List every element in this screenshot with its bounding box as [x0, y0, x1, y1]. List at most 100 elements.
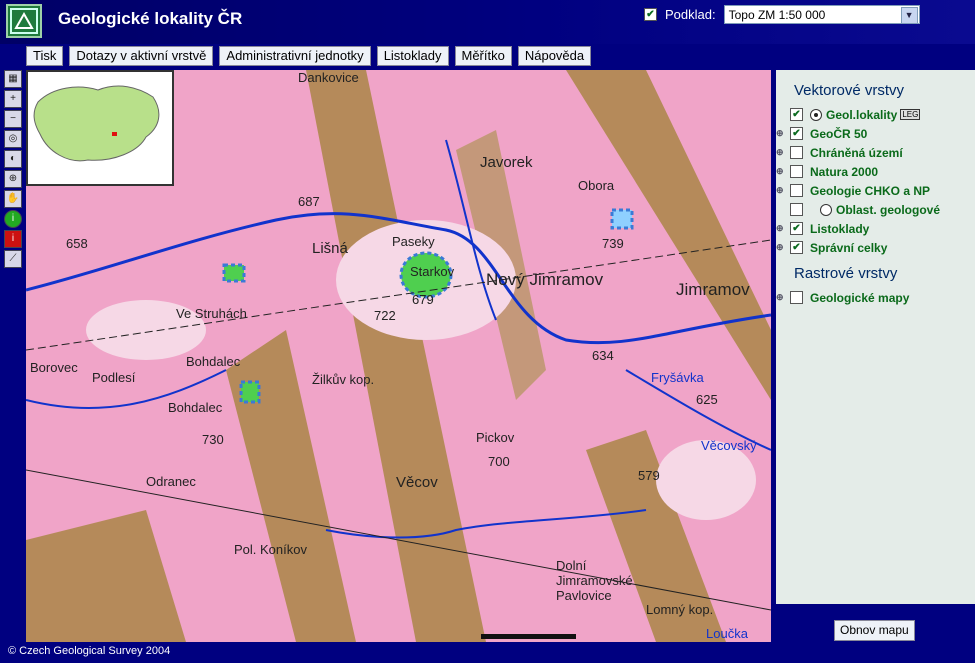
app-logo [6, 4, 42, 38]
layer-checkbox[interactable] [790, 203, 803, 216]
app-title: Geologické lokality ČR [58, 9, 243, 28]
layer-geologicke-mapy[interactable]: ⊕ Geologické mapy [776, 288, 975, 307]
layer-checkbox[interactable]: ✔ [790, 222, 803, 235]
expand-icon[interactable]: ⊕ [776, 128, 790, 139]
podklad-checkbox[interactable]: ✔ [644, 8, 657, 21]
expand-icon[interactable]: ⊕ [776, 166, 790, 177]
map-label: Bohdalec [186, 354, 241, 369]
map-label: 687 [298, 194, 320, 209]
legend-icon[interactable]: ▦ [4, 70, 22, 88]
menu-listoklady[interactable]: Listoklady [376, 46, 449, 66]
layer-checkbox[interactable]: ✔ [790, 241, 803, 254]
expand-icon[interactable]: ⊕ [776, 223, 790, 234]
layer-active-radio[interactable] [810, 108, 822, 121]
layer-label: Listoklady [810, 221, 870, 236]
map-label: Fryšávka [651, 370, 704, 385]
layer-label: Geol.lokality [826, 107, 898, 122]
podklad-select[interactable]: Topo ZM 1:50 000 ▼ [723, 5, 920, 24]
layer-spravni-celky[interactable]: ⊕ ✔ Správní celky [776, 238, 975, 257]
map-label: Pol. Koníkov [234, 542, 307, 557]
refresh-map-button[interactable]: Obnov mapu [834, 620, 915, 641]
map-label: 722 [374, 308, 396, 323]
map-label: Obora [578, 178, 615, 193]
layer-label: GeoČR 50 [810, 126, 868, 141]
info-red-icon[interactable]: i [4, 230, 22, 248]
layer-label: Oblast. geologové [836, 202, 941, 217]
map-view[interactable]: Dankovice Javorek Obora Lišná Paseky Sta… [26, 70, 771, 642]
map-label: Dolní Jimramovské Pavlovice [556, 558, 633, 603]
layer-checkbox[interactable]: ✔ [790, 108, 803, 121]
map-label: 634 [592, 348, 614, 363]
map-label: Pickov [476, 430, 515, 445]
menu-napoveda[interactable]: Nápověda [517, 46, 592, 66]
map-label: Odranec [146, 474, 196, 489]
zoom-previous-icon[interactable]: ◐ [4, 150, 22, 168]
chevron-down-icon[interactable]: ▼ [900, 7, 918, 24]
layer-checkbox[interactable] [790, 291, 803, 304]
map-label: Jimramov [676, 280, 750, 299]
map-label: Lišná [312, 240, 348, 257]
map-label: 625 [696, 392, 718, 407]
map-label: Ve Struhách [176, 306, 247, 321]
map-label: Javorek [480, 154, 533, 171]
layer-geocr50[interactable]: ⊕ ✔ GeoČR 50 [776, 124, 975, 143]
layer-label: Chráněná území [810, 145, 903, 160]
layer-label: Natura 2000 [810, 164, 879, 179]
zoom-extent-icon[interactable]: ◎ [4, 130, 22, 148]
map-label: Žilkův kop. [312, 372, 375, 387]
map-label: Starkov [410, 264, 455, 279]
map-toolbar: ▦ + − ◎ ◐ ⊕ ✋ i i ⟋ [4, 70, 22, 268]
menu-administrativni-jednotky[interactable]: Administrativní jednotky [219, 46, 371, 66]
map-label: Věcovský [701, 438, 757, 453]
map-label: Podlesí [92, 370, 136, 385]
map-label: Nový Jimramov [486, 270, 604, 289]
map-label: Paseky [392, 234, 435, 249]
map-label: 658 [66, 236, 88, 251]
expand-icon[interactable]: ⊕ [776, 185, 790, 196]
layer-listoklady[interactable]: ⊕ ✔ Listoklady [776, 219, 975, 238]
layer-checkbox[interactable] [790, 146, 803, 159]
layer-oblast-geologove[interactable]: Oblast. geologové [776, 200, 975, 219]
zoom-window-icon[interactable]: ⊕ [4, 170, 22, 188]
layer-checkbox[interactable] [790, 165, 803, 178]
map-label: Loučka [706, 626, 748, 641]
vector-layers-title: Vektorové vrstvy [794, 82, 905, 99]
map-label: 730 [202, 432, 224, 447]
expand-icon[interactable]: ⊕ [776, 147, 790, 158]
podklad-label: Podklad: [665, 7, 716, 22]
layer-natura2000[interactable]: ⊕ Natura 2000 [776, 162, 975, 181]
podklad-control: ✔ Podklad: Topo ZM 1:50 000 ▼ [644, 5, 920, 24]
zoom-in-icon[interactable]: + [4, 90, 22, 108]
map-label: 579 [638, 468, 660, 483]
map-label: Lomný kop. [646, 602, 714, 617]
map-label: 679 [412, 292, 434, 307]
legend-badge[interactable]: LEG [900, 109, 921, 120]
layer-geol-lokality[interactable]: ✔ Geol.lokality LEG [776, 105, 975, 124]
header-bar: Geologické lokality ČR ✔ Podklad: Topo Z… [0, 0, 975, 44]
layer-label: Geologie CHKO a NP [810, 183, 931, 198]
overview-map[interactable] [26, 70, 174, 186]
expand-icon[interactable]: ⊕ [776, 292, 790, 303]
zoom-out-icon[interactable]: − [4, 110, 22, 128]
measure-ruler-icon[interactable]: ⟋ [4, 250, 22, 268]
expand-icon[interactable]: ⊕ [776, 242, 790, 253]
podklad-select-value: Topo ZM 1:50 000 [728, 8, 826, 22]
layer-active-radio[interactable] [820, 203, 832, 216]
map-label: Borovec [30, 360, 78, 375]
menu-tisk[interactable]: Tisk [26, 46, 64, 66]
pan-hand-icon[interactable]: ✋ [4, 190, 22, 208]
menu-meritko[interactable]: Měřítko [454, 46, 512, 66]
layer-checkbox[interactable] [790, 184, 803, 197]
info-green-icon[interactable]: i [4, 210, 22, 228]
layer-geologie-chko[interactable]: ⊕ Geologie CHKO a NP [776, 181, 975, 200]
map-label: 700 [488, 454, 510, 469]
layer-chranena-uzemi[interactable]: ⊕ Chráněná území [776, 143, 975, 162]
copyright-footer: © Czech Geological Survey 2004 [8, 645, 171, 657]
layers-panel: Vektorové vrstvy ✔ Geol.lokality LEG ⊕ ✔… [776, 70, 975, 604]
raster-layers-title: Rastrové vrstvy [794, 265, 898, 282]
map-label: Věcov [396, 474, 438, 491]
menu-dotazy[interactable]: Dotazy v aktivní vrstvě [69, 46, 214, 66]
map-label: Dankovice [298, 70, 359, 85]
layer-checkbox[interactable]: ✔ [790, 127, 803, 140]
main-menu: Tisk Dotazy v aktivní vrstvě Administrat… [26, 46, 592, 66]
